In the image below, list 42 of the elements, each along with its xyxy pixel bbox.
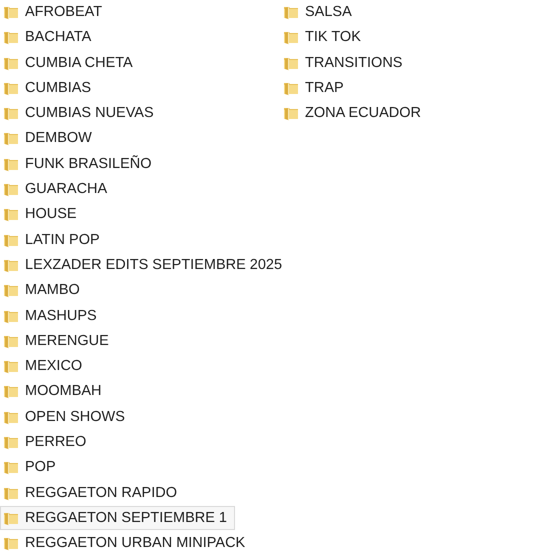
folder-item[interactable]: AFROBEAT xyxy=(0,0,110,24)
folder-item[interactable]: MASHUPS xyxy=(0,304,105,328)
folder-item[interactable]: REGGAETON URBAN MINIPACK xyxy=(0,531,254,556)
folder-item[interactable]: POP xyxy=(0,455,64,480)
folder-item[interactable]: TRAP xyxy=(280,76,352,100)
folder-item[interactable]: MEXICO xyxy=(0,354,90,378)
folder-icon xyxy=(283,105,299,122)
folder-item[interactable]: CUMBIAS xyxy=(0,76,100,100)
folder-item[interactable]: OPEN SHOWS xyxy=(0,404,133,429)
folder-icon xyxy=(3,358,19,374)
folder-item[interactable]: TIK TOK xyxy=(280,25,369,50)
folder-icon xyxy=(283,29,299,46)
folder-item[interactable]: DEMBOW xyxy=(0,126,100,150)
folder-item[interactable]: TRANSITIONS xyxy=(280,50,410,75)
folder-item[interactable]: MAMBO xyxy=(0,278,88,302)
folder-item[interactable]: GUARACHA xyxy=(0,177,116,202)
folder-item[interactable]: PERREO xyxy=(0,430,94,454)
folder-item[interactable]: REGGAETON RAPIDO xyxy=(0,480,186,505)
folder-icon xyxy=(3,206,19,222)
folder-item[interactable]: MOOMBAH xyxy=(0,379,110,404)
folder-item[interactable]: FUNK BRASILEÑO xyxy=(0,152,160,176)
folder-icon xyxy=(3,282,19,298)
folder-item[interactable]: SALSA xyxy=(280,0,360,24)
folder-item[interactable]: BACHATA xyxy=(0,25,100,50)
folder-item[interactable]: LATIN POP xyxy=(0,228,108,252)
folder-icon xyxy=(3,105,19,122)
folder-icon xyxy=(3,4,19,20)
folder-item[interactable]: CUMBIAS NUEVAS xyxy=(0,101,162,126)
folder-icon xyxy=(3,130,19,146)
folder-icon xyxy=(3,434,19,450)
folder-icon xyxy=(3,181,19,198)
folder-icon xyxy=(3,535,19,552)
folder-icon xyxy=(283,4,299,20)
folder-icon xyxy=(3,383,19,400)
folder-icon xyxy=(3,459,19,476)
folder-icon xyxy=(3,29,19,46)
folder-item[interactable]: REGGAETON SEPTIEMBRE 1 xyxy=(0,506,235,530)
folder-item[interactable]: LEXZADER EDITS SEPTIEMBRE 2025 xyxy=(0,252,290,277)
folder-item[interactable]: HOUSE xyxy=(0,202,85,226)
folder-item[interactable]: MERENGUE xyxy=(0,328,117,353)
folder-item[interactable]: CUMBIA CHETA xyxy=(0,50,141,75)
folder-item[interactable]: ZONA ECUADOR xyxy=(280,101,430,126)
